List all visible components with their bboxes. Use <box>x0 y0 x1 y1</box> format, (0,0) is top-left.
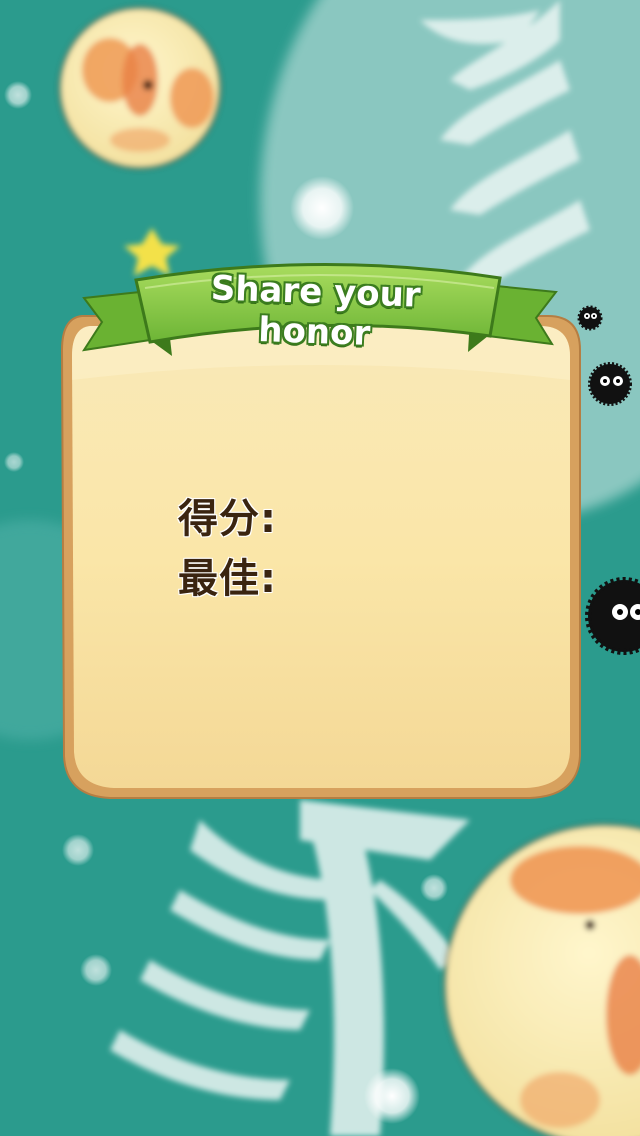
bubble <box>4 452 24 472</box>
bubble <box>80 954 112 986</box>
planet-icon <box>59 7 221 169</box>
bubble <box>62 834 94 866</box>
dialog-title: Share your honor <box>210 268 422 354</box>
soot-sprite-icon <box>585 577 640 655</box>
best-score-label: 最佳: <box>178 556 277 602</box>
bubble <box>364 1068 420 1124</box>
bubble <box>290 176 354 240</box>
soot-sprite-icon <box>577 305 603 331</box>
score-label: 得分: <box>178 496 277 542</box>
bubble <box>420 874 448 902</box>
soot-sprite-icon <box>588 362 632 406</box>
share-dialog-panel <box>60 315 581 799</box>
bubble <box>4 81 32 109</box>
game-background <box>0 0 640 1136</box>
